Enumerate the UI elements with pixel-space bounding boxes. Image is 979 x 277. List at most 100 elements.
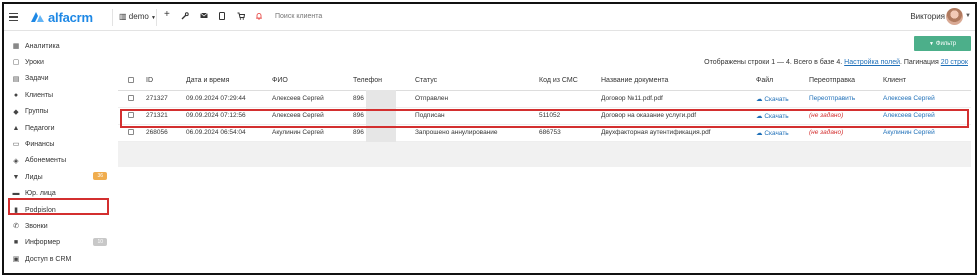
graduation-cap-icon: ▲ [12, 124, 20, 132]
count-badge: 36 [93, 172, 107, 181]
cell-client[interactable]: Алексеев Сергей [883, 90, 971, 108]
pagination-link[interactable]: 20 строк [941, 59, 968, 66]
top-bar: alfacrm ▥ demo ▼ + Виктория ▼ [4, 4, 975, 31]
column-header-sms-code[interactable]: Код из СМС [539, 72, 601, 91]
column-header-status[interactable]: Статус [415, 72, 539, 91]
filter-button[interactable]: ▼ Фильтр [914, 36, 971, 51]
bell-icon[interactable] [255, 12, 263, 23]
lock-icon: ▣ [12, 256, 20, 264]
checkbox-icon[interactable] [128, 128, 134, 135]
phone-icon: ✆ [13, 223, 19, 231]
cell-datetime: 09.09.2024 07:29:44 [186, 90, 272, 108]
user-icon: ● [13, 91, 19, 99]
download-link[interactable]: Скачать [764, 96, 788, 103]
informer-icon: ■ [13, 239, 19, 247]
cell-phone-text: 896 [353, 129, 364, 136]
cell-id-text: 271327 [146, 95, 168, 102]
sidebar-item-1[interactable]: ▢ Уроки [11, 56, 107, 68]
cell-file[interactable]: ☁ Скачать [756, 90, 809, 108]
building-icon: ▥ [119, 12, 127, 21]
column-header-phone[interactable]: Телефон [353, 72, 415, 91]
branch-label: demo [128, 12, 149, 21]
sidebar-item-8[interactable]: ▼ Лиды 36 [11, 171, 107, 183]
table-info: Отображены строки 1 — 4. Всего в базе 4.… [704, 59, 968, 66]
pagination-label: . Пагинация [900, 59, 939, 66]
alfacrm-logo-icon [31, 12, 44, 22]
sidebar-item-0[interactable]: ▦ Аналитика [11, 40, 107, 52]
sidebar-item-label: Задачи [25, 75, 49, 83]
column-header-id[interactable]: ID [146, 72, 186, 91]
users-icon: ◆ [13, 108, 19, 116]
cell-client-text[interactable]: Акулинин Сергей [883, 129, 935, 136]
briefcase-icon: ▬ [12, 190, 20, 198]
funnel-icon: ▼ [928, 40, 934, 47]
column-header-name[interactable]: ФИО [272, 72, 353, 91]
column-header-document[interactable]: Название документа [601, 72, 756, 91]
branch-selector[interactable]: ▥ demo ▼ [119, 12, 156, 23]
menu-icon[interactable] [9, 13, 18, 22]
wrench-icon[interactable] [181, 12, 189, 23]
sidebar-item-label: Звонки [25, 222, 48, 230]
sidebar-item-7[interactable]: ◈ Абонементы [11, 155, 107, 167]
cell-document: Договор №11.pdf.pdf [601, 90, 756, 108]
sidebar-item-6[interactable]: ▭ Финансы [11, 138, 107, 150]
documents-table: ID Дата и время ФИО Телефон Статус Код и… [118, 72, 971, 142]
sidebar: ▦ Аналитика ▢ Уроки ▤ Задачи ● Клиенты ◆ Группы ▲ П… [4, 32, 114, 273]
logo[interactable]: alfacrm [30, 9, 93, 25]
separator [156, 9, 157, 26]
sidebar-item-label: Уроки [25, 58, 44, 66]
logo-text: alfacrm [48, 9, 93, 25]
sidebar-item-label: Педагоги [25, 124, 55, 132]
checkbox-icon[interactable] [128, 94, 134, 101]
table-header-row: ID Дата и время ФИО Телефон Статус Код и… [118, 72, 971, 91]
cart-icon[interactable] [237, 12, 246, 23]
cell-resend[interactable]: Переотправить [809, 90, 883, 108]
column-header-resend[interactable]: Переотправка [809, 72, 883, 91]
main-content: ▼ Фильтр Отображены строки 1 — 4. Всего … [118, 32, 975, 273]
cell-status: Отправлен [415, 90, 539, 108]
sidebar-item-13[interactable]: ▣ Доступ в CRM [11, 253, 107, 265]
tasks-icon: ▤ [12, 75, 20, 83]
plus-icon[interactable]: + [164, 10, 170, 20]
search-input[interactable] [275, 13, 395, 20]
avatar[interactable] [946, 8, 963, 25]
fields-settings-link[interactable]: Настройка полей [844, 59, 900, 66]
user-name[interactable]: Виктория [910, 12, 945, 21]
table-row[interactable]: 271327 09.09.2024 07:29:44 Алексеев Сергей… [118, 90, 971, 108]
column-header-file[interactable]: Файл [756, 72, 809, 91]
sidebar-item-2[interactable]: ▤ Задачи [11, 73, 107, 85]
checkbox-icon[interactable] [128, 76, 134, 83]
sidebar-item-label: Доступ в CRM [25, 255, 72, 263]
sidebar-item-3[interactable]: ● Клиенты [11, 89, 107, 101]
chevron-down-icon[interactable]: ▼ [965, 13, 971, 19]
download-link[interactable]: Скачать [764, 130, 788, 137]
cell-resend-text: (не задано) [809, 129, 844, 136]
sidebar-item-label: Лиды [25, 173, 43, 181]
sidebar-item-4[interactable]: ◆ Группы [11, 106, 107, 118]
cell-client-text[interactable]: Алексеев Сергей [883, 95, 935, 102]
select-all-checkbox[interactable] [118, 72, 146, 91]
sidebar-item-11[interactable]: ✆ Звонки [11, 220, 107, 232]
sidebar-item-label: Клиенты [25, 91, 54, 99]
app-window: alfacrm ▥ demo ▼ + Виктория ▼ ▦Анали [2, 2, 977, 275]
count-badge: 10 [93, 237, 107, 246]
sidebar-item-12[interactable]: ■ Информер 10 [11, 237, 107, 249]
cell-status-text: Отправлен [415, 95, 449, 102]
mail-icon[interactable] [200, 12, 208, 22]
column-header-client[interactable]: Клиент [883, 72, 971, 91]
cell-id: 271327 [146, 90, 186, 108]
column-header-datetime[interactable]: Дата и время [186, 72, 272, 91]
calendar-icon: ▢ [12, 59, 20, 67]
cell-document-text: Двухфакторная аутентификация.pdf [601, 129, 711, 136]
sidebar-item-label: Финансы [25, 140, 55, 148]
separator [112, 9, 113, 26]
cell-document-text: Договор №11.pdf.pdf [601, 95, 663, 102]
cell-resend-text[interactable]: Переотправить [809, 95, 855, 102]
chart-icon: ▦ [12, 43, 20, 50]
mobile-icon[interactable] [219, 12, 225, 23]
row-checkbox[interactable] [118, 90, 146, 108]
sidebar-item-5[interactable]: ▲ Педагоги [11, 122, 107, 134]
row-highlight-frame [120, 109, 969, 128]
cell-sms-code [539, 90, 601, 108]
tag-icon: ◈ [13, 157, 19, 165]
